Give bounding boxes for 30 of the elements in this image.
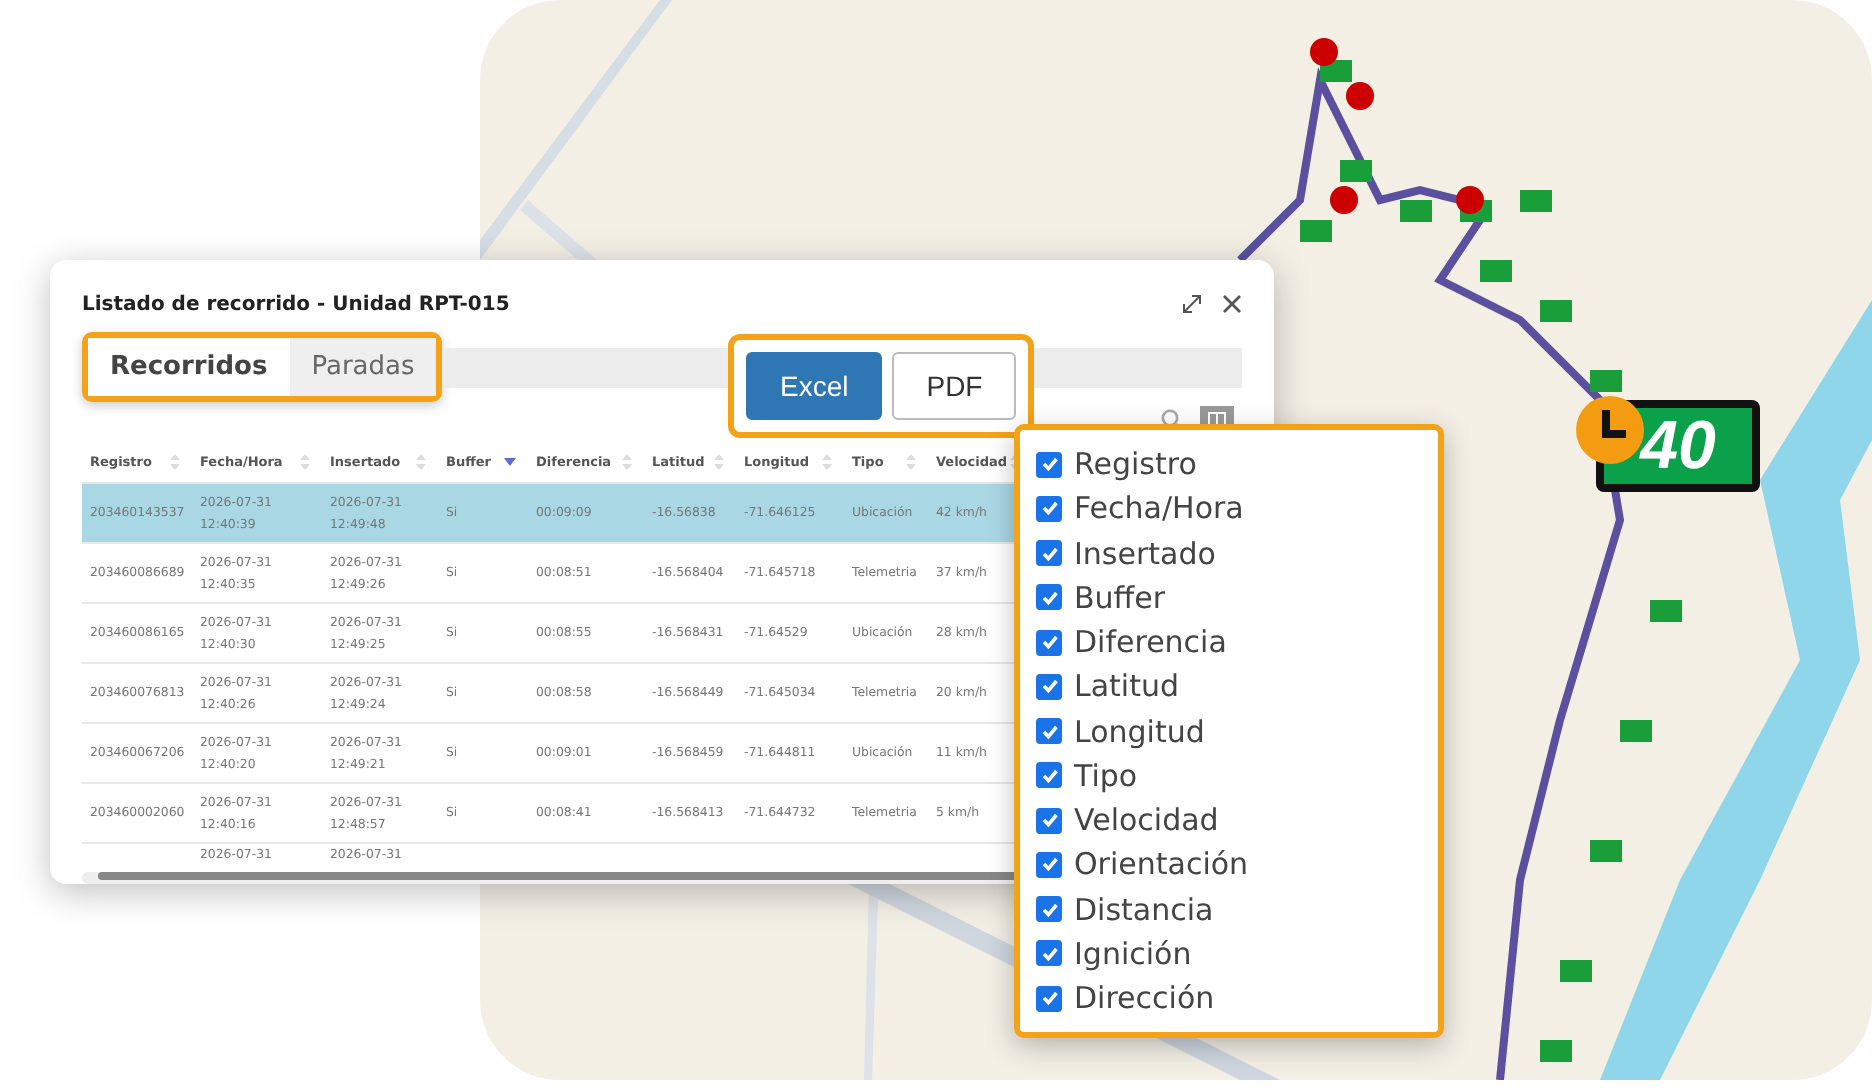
checkbox[interactable] — [1036, 985, 1062, 1011]
close-icon[interactable] — [1222, 294, 1242, 314]
checkbox[interactable] — [1036, 718, 1062, 744]
checkbox[interactable] — [1036, 495, 1062, 522]
sort-desc-icon[interactable] — [504, 458, 516, 466]
checkbox[interactable] — [1036, 851, 1062, 878]
expand-icon[interactable] — [1182, 294, 1202, 314]
column-option[interactable]: Velocidad — [1074, 802, 1219, 838]
checkbox[interactable] — [1036, 629, 1062, 655]
checkbox[interactable] — [1036, 896, 1062, 922]
column-option[interactable]: Ignición — [1074, 935, 1192, 972]
column-option[interactable]: Distancia — [1074, 891, 1214, 927]
column-option[interactable]: Diferencia — [1074, 624, 1227, 660]
checkbox[interactable] — [1036, 451, 1062, 477]
column-option[interactable]: Fecha/Hora — [1074, 490, 1244, 527]
column-option[interactable]: Orientación — [1074, 846, 1249, 883]
checkbox[interactable] — [1036, 762, 1062, 789]
checkbox[interactable] — [1036, 807, 1062, 833]
checkbox[interactable] — [1036, 940, 1062, 967]
tab[interactable]: Recorridos — [88, 338, 290, 396]
column-option[interactable]: Dirección — [1074, 980, 1215, 1016]
checkbox[interactable] — [1036, 540, 1062, 566]
checkbox[interactable] — [1036, 673, 1062, 700]
dialog-title: Listado de recorrido - Unidad RPT-015 — [82, 293, 510, 315]
tab[interactable]: Paradas — [289, 338, 437, 396]
export-button[interactable]: Excel — [746, 352, 883, 420]
column-option[interactable]: Latitud — [1074, 668, 1180, 705]
checkbox[interactable] — [1036, 584, 1062, 611]
column-option[interactable]: Registro — [1074, 446, 1197, 482]
export-button[interactable]: PDF — [892, 352, 1017, 420]
